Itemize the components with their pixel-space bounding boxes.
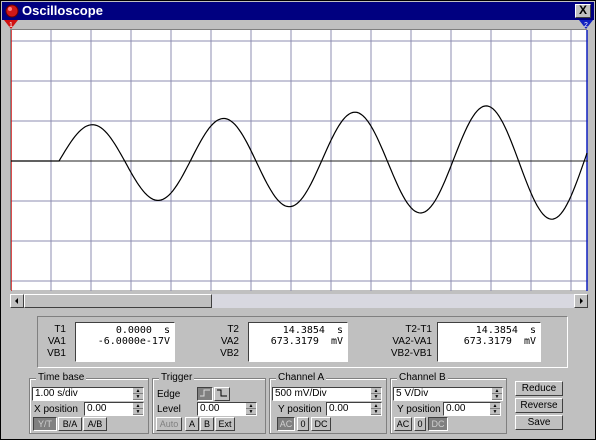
rising-edge-icon xyxy=(200,389,210,397)
va2-va1-label: VA2-VA1 xyxy=(392,336,432,347)
channel-b-scale-select[interactable]: 5 V/Div ▲ ▼ xyxy=(393,387,503,401)
va1-value: -6.0000e-17V xyxy=(97,336,170,347)
spin-down-icon: ▼ xyxy=(246,409,256,415)
xpos-value: 0.00 xyxy=(87,403,107,414)
level-spinner[interactable]: ▲ ▼ xyxy=(246,403,256,415)
channel-b-spinner[interactable]: ▲ ▼ xyxy=(492,388,502,400)
title-bar[interactable]: Oscilloscope X xyxy=(2,2,594,20)
mode-yt-button[interactable]: Y/T xyxy=(33,417,57,431)
timebase-scale-value: 1.00 s/div xyxy=(35,388,78,399)
close-icon: X xyxy=(578,3,587,17)
channel-a-group: Channel A 500 mV/Div ▲ ▼ Y position 0.00 … xyxy=(269,372,387,434)
channel-a-scale-value: 500 mV/Div xyxy=(275,388,327,399)
va2-label: VA2 xyxy=(220,336,239,347)
t2-label: T2 xyxy=(227,324,239,335)
cursor-readouts: T1 VA1 VB1 0.0000 s -6.0000e-17V T2 VA2 … xyxy=(37,316,568,368)
rising-edge-button[interactable] xyxy=(197,387,213,401)
t2-time-value: 14.3854 s xyxy=(282,325,343,336)
t2-cursor-marker[interactable]: 2 xyxy=(579,20,593,29)
timebase-group: Time base 1.00 s/div ▲ ▼ X position 0.00 … xyxy=(29,372,149,434)
trigger-auto-button[interactable]: Auto xyxy=(156,417,182,431)
spin-down-icon: ▼ xyxy=(371,409,381,415)
va1-label: VA1 xyxy=(47,336,66,347)
scroll-thumb[interactable] xyxy=(24,294,212,308)
channel-a-ac-button[interactable]: AC xyxy=(277,417,295,431)
falling-edge-button[interactable] xyxy=(214,387,230,401)
channel-b-ypos-label: Y position xyxy=(397,404,441,415)
channel-a-trace xyxy=(11,105,588,220)
trigger-a-button[interactable]: A xyxy=(185,417,199,431)
xpos-spinner[interactable]: ▲ ▼ xyxy=(133,403,143,415)
t2-readout-display: 14.3854 s 673.3179 mV xyxy=(248,322,348,362)
spin-down-icon: ▼ xyxy=(133,409,143,415)
left-arrow-icon xyxy=(15,298,18,304)
t1-readout-display: 0.0000 s -6.0000e-17V xyxy=(75,322,175,362)
channel-a-ypos-value: 0.00 xyxy=(329,403,349,414)
right-arrow-icon xyxy=(580,298,583,304)
channel-b-title: Channel B xyxy=(397,372,448,383)
trigger-group: Trigger Edge Level 0.00 ▲ ▼ Auto A B Ext xyxy=(152,372,266,434)
channel-a-ypos-spinner[interactable]: ▲ ▼ xyxy=(371,403,381,415)
scroll-left-button[interactable] xyxy=(10,294,24,308)
channel-a-scale-select[interactable]: 500 mV/Div ▲ ▼ xyxy=(272,387,382,401)
trigger-b-button[interactable]: B xyxy=(200,417,214,431)
spin-down-icon: ▼ xyxy=(490,409,500,415)
reduce-button[interactable]: Reduce xyxy=(515,381,563,396)
delta-time-value: 14.3854 s xyxy=(475,325,536,336)
channel-b-ac-button[interactable]: AC xyxy=(394,417,412,431)
t2-marker-label: 2 xyxy=(584,22,588,29)
trigger-title: Trigger xyxy=(159,372,195,383)
channel-b-dc-button[interactable]: DC xyxy=(428,417,448,431)
delta-va-value: 673.3179 mV xyxy=(463,336,536,347)
t1-marker-label: 1 xyxy=(9,22,13,29)
channel-a-dc-button[interactable]: DC xyxy=(311,417,331,431)
spin-down-icon: ▼ xyxy=(492,394,502,400)
va2-value: 673.3179 mV xyxy=(270,336,343,347)
mode-ab-button[interactable]: A/B xyxy=(83,417,107,431)
level-value: 0.00 xyxy=(200,403,220,414)
close-button[interactable]: X xyxy=(575,4,591,18)
t1-time-value: 0.0000 s xyxy=(115,325,170,336)
xpos-label: X position xyxy=(34,404,78,415)
scope-display xyxy=(11,30,588,291)
timebase-spinner[interactable]: ▲ ▼ xyxy=(133,388,143,400)
t1-label: T1 xyxy=(54,324,66,335)
channel-b-ypos-spinner[interactable]: ▲ ▼ xyxy=(490,403,500,415)
falling-edge-icon xyxy=(217,389,227,397)
trigger-ext-button[interactable]: Ext xyxy=(215,417,235,431)
save-button[interactable]: Save xyxy=(515,415,563,430)
channel-b-zero-button[interactable]: 0 xyxy=(414,417,426,431)
spin-down-icon: ▼ xyxy=(133,394,143,400)
spin-down-icon: ▼ xyxy=(371,394,381,400)
t2-t1-label: T2-T1 xyxy=(405,324,432,335)
timebase-scale-select[interactable]: 1.00 s/div ▲ ▼ xyxy=(32,387,144,401)
level-label: Level xyxy=(157,404,181,415)
timebase-title: Time base xyxy=(36,372,87,383)
window-title: Oscilloscope xyxy=(22,3,103,18)
edge-label: Edge xyxy=(157,389,181,400)
channel-b-ypos-value: 0.00 xyxy=(446,403,466,414)
channel-a-title: Channel A xyxy=(276,372,327,383)
scroll-right-button[interactable] xyxy=(574,294,588,308)
oscilloscope-window: Oscilloscope X 1 2 T1 VA1 VB1 0.0000 s -… xyxy=(0,0,596,440)
channel-a-ypos-label: Y position xyxy=(278,404,322,415)
delta-readout-display: 14.3854 s 673.3179 mV xyxy=(437,322,541,362)
channel-a-spinner[interactable]: ▲ ▼ xyxy=(371,388,381,400)
vb2-vb1-label: VB2-VB1 xyxy=(390,348,432,359)
channel-b-ypos-input[interactable]: 0.00 ▲ ▼ xyxy=(443,402,501,416)
level-input[interactable]: 0.00 ▲ ▼ xyxy=(197,402,257,416)
reverse-button[interactable]: Reverse xyxy=(515,398,563,413)
channel-a-ypos-input[interactable]: 0.00 ▲ ▼ xyxy=(326,402,382,416)
channel-b-group: Channel B 5 V/Div ▲ ▼ Y position 0.00 ▲ ▼ … xyxy=(390,372,507,434)
time-scrollbar[interactable] xyxy=(10,294,588,308)
mode-ba-button[interactable]: B/A xyxy=(58,417,82,431)
channel-a-zero-button[interactable]: 0 xyxy=(297,417,309,431)
oscilloscope-screen[interactable] xyxy=(10,29,588,291)
vb2-label: VB2 xyxy=(220,348,239,359)
xpos-input[interactable]: 0.00 ▲ ▼ xyxy=(84,402,144,416)
t1-cursor-marker[interactable]: 1 xyxy=(4,20,18,29)
oscilloscope-app-icon xyxy=(5,4,19,18)
vb1-label: VB1 xyxy=(47,348,66,359)
channel-b-scale-value: 5 V/Div xyxy=(396,388,429,399)
